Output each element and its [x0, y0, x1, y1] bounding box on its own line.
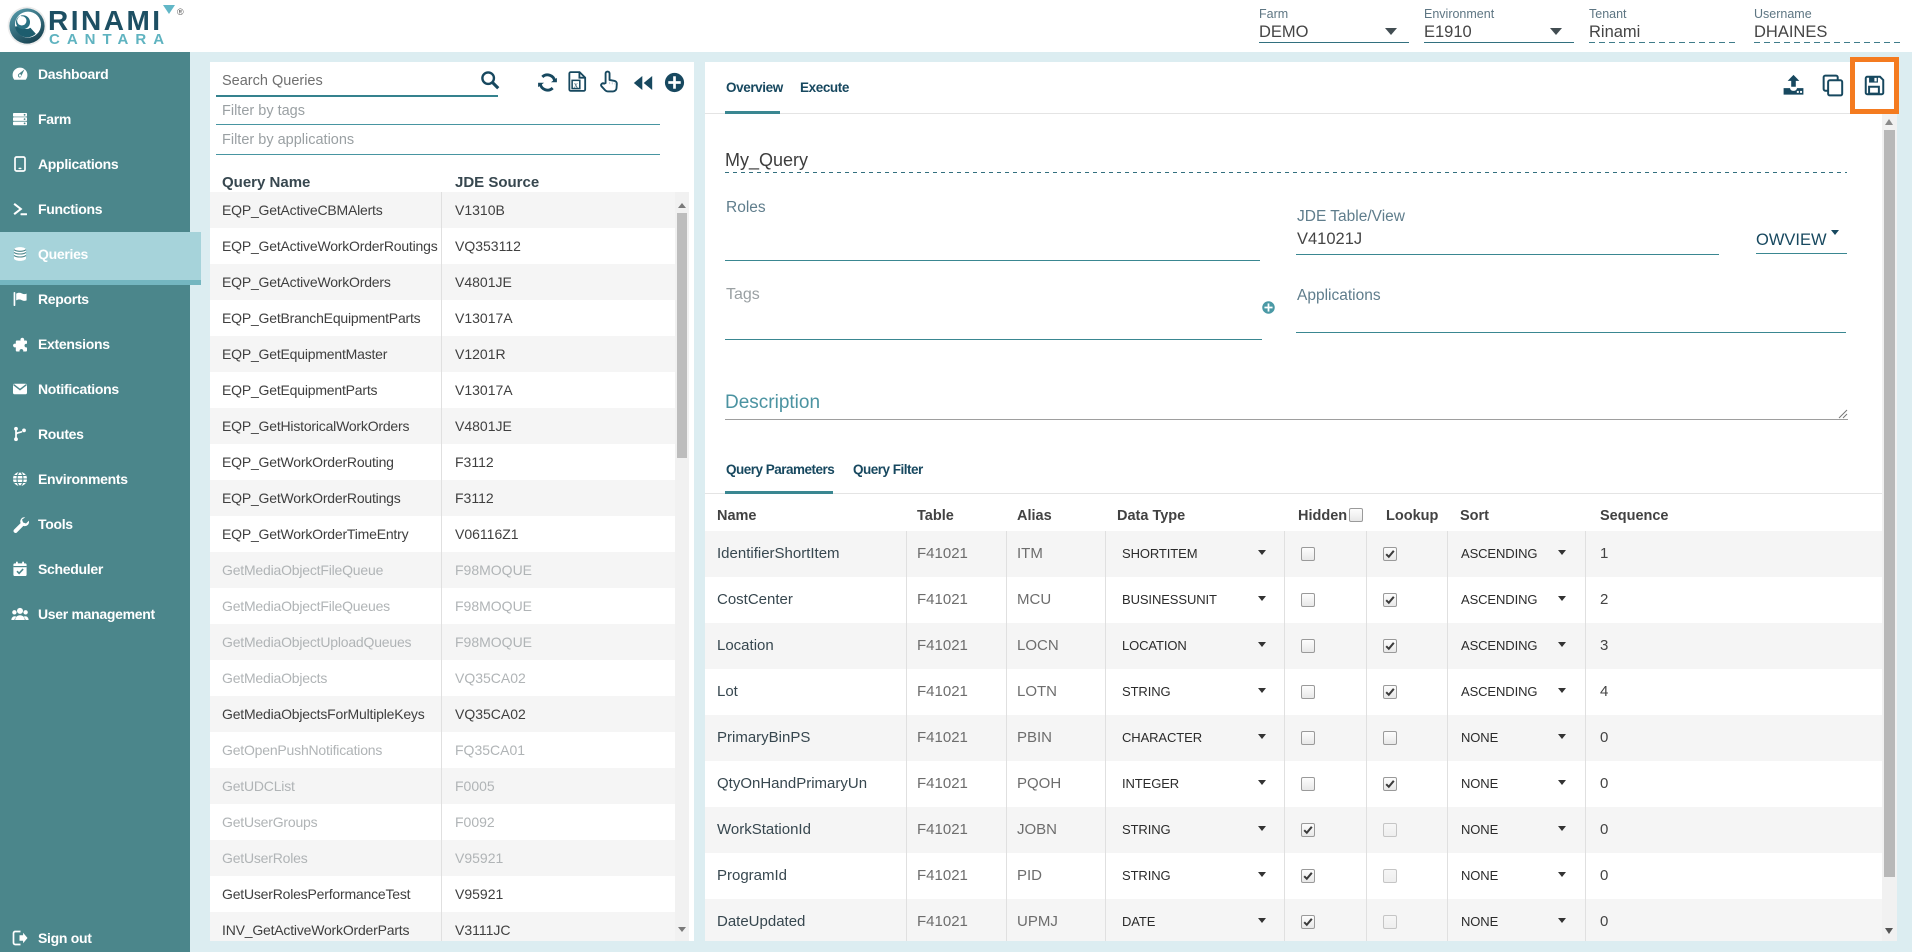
svg-text:x: x — [574, 79, 579, 89]
